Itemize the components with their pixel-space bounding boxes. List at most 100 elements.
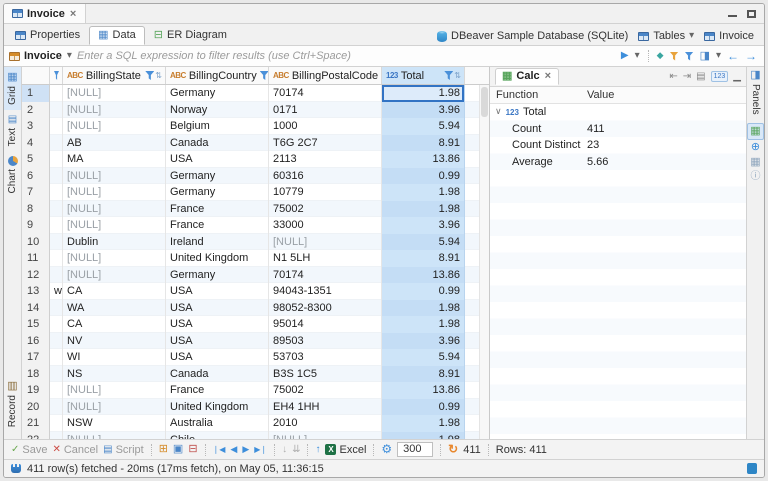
next-row-icon[interactable] <box>242 445 249 455</box>
row-number-cell[interactable]: 8 <box>22 200 50 217</box>
total-cell[interactable]: 13.86 <box>382 151 465 168</box>
row-number-cell[interactable]: 16 <box>22 332 50 349</box>
clipped-column-cell[interactable] <box>50 217 63 234</box>
tab-properties[interactable]: Properties <box>6 26 89 45</box>
billingpostalcode-cell[interactable]: 60316 <box>269 167 382 184</box>
panel-tab-grouping[interactable] <box>747 155 764 170</box>
billingpostalcode-cell[interactable]: 2010 <box>269 415 382 432</box>
previous-row-icon[interactable] <box>230 445 237 455</box>
clipped-column-cell[interactable] <box>50 316 63 333</box>
row-number-cell[interactable]: 18 <box>22 365 50 382</box>
billingpostalcode-cell[interactable]: 2113 <box>269 151 382 168</box>
total-cell[interactable]: 1.98 <box>382 85 465 102</box>
billingpostalcode-cell[interactable]: N1 5LH <box>269 250 382 267</box>
excel-export-button[interactable]: Excel <box>325 444 366 456</box>
billingcountry-cell[interactable]: Australia <box>166 415 269 432</box>
edit-filter-icon[interactable] <box>684 51 694 61</box>
billingstate-cell[interactable]: NSW <box>63 415 166 432</box>
billingcountry-cell[interactable]: Germany <box>166 85 269 102</box>
tab-data[interactable]: Data <box>89 26 145 45</box>
tab-er-diagram[interactable]: ER Diagram <box>145 26 236 45</box>
total-cell[interactable]: 1.98 <box>382 200 465 217</box>
billingpostalcode-cell[interactable]: 33000 <box>269 217 382 234</box>
billingpostalcode-cell[interactable]: [NULL] <box>269 431 382 439</box>
export-icon[interactable] <box>315 445 320 455</box>
fetch-all-rows-icon[interactable] <box>292 445 300 455</box>
panel-tab-value-viewer[interactable] <box>747 140 764 155</box>
billingstate-cell[interactable]: [NULL] <box>63 200 166 217</box>
database-selector[interactable]: DBeaver Sample Database (SQLite) <box>437 30 628 42</box>
filter-dropdown-icon[interactable] <box>635 51 640 61</box>
billingpostalcode-cell[interactable]: 70174 <box>269 85 382 102</box>
billingcountry-cell[interactable]: Norway <box>166 101 269 118</box>
schema-selector[interactable]: Tables <box>638 30 694 42</box>
billingstate-cell[interactable]: NV <box>63 332 166 349</box>
billingpostalcode-cell[interactable]: 98052-8300 <box>269 299 382 316</box>
billingstate-cell[interactable]: [NULL] <box>63 85 166 102</box>
editor-tab-invoice[interactable]: Invoice × <box>4 4 87 23</box>
column-header-billingpostalcode[interactable]: ABC BillingPostalCode ⇅ <box>269 67 382 84</box>
tab-chart[interactable]: Chart <box>4 151 21 198</box>
billingcountry-cell[interactable]: Chile <box>166 431 269 439</box>
filter-icon[interactable] <box>444 71 454 80</box>
billingpostalcode-cell[interactable]: 89503 <box>269 332 382 349</box>
save-filter-icon[interactable] <box>669 51 679 61</box>
filter-input[interactable]: Enter a SQL expression to filter results… <box>77 50 616 62</box>
total-cell[interactable]: 1.98 <box>382 299 465 316</box>
billingcountry-cell[interactable]: France <box>166 200 269 217</box>
billingcountry-cell[interactable]: USA <box>166 332 269 349</box>
panels-toggle-icon[interactable] <box>700 51 710 62</box>
billingpostalcode-cell[interactable]: [NULL] <box>269 233 382 250</box>
clipped-column-cell[interactable] <box>50 349 63 366</box>
billingcountry-cell[interactable]: Germany <box>166 184 269 201</box>
billingpostalcode-cell[interactable]: 94043-1351 <box>269 283 382 300</box>
clipped-column-cell[interactable] <box>50 365 63 382</box>
total-cell[interactable]: 1.98 <box>382 415 465 432</box>
clipped-column-cell[interactable] <box>50 151 63 168</box>
total-cell[interactable]: 13.86 <box>382 382 465 399</box>
total-cell[interactable]: 1.98 <box>382 316 465 333</box>
billingcountry-cell[interactable]: USA <box>166 299 269 316</box>
billingstate-cell[interactable]: AB <box>63 134 166 151</box>
billingpostalcode-cell[interactable]: 10779 <box>269 184 382 201</box>
row-number-cell[interactable]: 14 <box>22 299 50 316</box>
row-number-cell[interactable]: 7 <box>22 184 50 201</box>
billingcountry-cell[interactable]: USA <box>166 151 269 168</box>
clipped-column-cell[interactable]: w <box>50 283 63 300</box>
row-number-cell[interactable]: 9 <box>22 217 50 234</box>
last-page-icon[interactable] <box>254 445 267 455</box>
function-column-header[interactable]: Function <box>490 89 587 101</box>
cancel-button[interactable]: Cancel <box>52 444 98 456</box>
row-number-cell[interactable]: 19 <box>22 382 50 399</box>
billingstate-cell[interactable]: MA <box>63 151 166 168</box>
row-number-cell[interactable]: 2 <box>22 101 50 118</box>
vertical-scrollbar[interactable] <box>479 85 489 439</box>
tab-text[interactable]: Text <box>4 110 21 151</box>
total-cell[interactable]: 8.91 <box>382 365 465 382</box>
billingpostalcode-cell[interactable]: T6G 2C7 <box>269 134 382 151</box>
clipped-column-cell[interactable] <box>50 134 63 151</box>
grouping-icon[interactable] <box>696 72 705 82</box>
billingpostalcode-cell[interactable]: 1000 <box>269 118 382 135</box>
billingcountry-cell[interactable]: USA <box>166 316 269 333</box>
calc-result-row[interactable]: Count Distinct 23 <box>490 137 746 154</box>
clipped-column-cell[interactable] <box>50 431 63 439</box>
add-row-icon[interactable] <box>159 444 168 455</box>
fetch-size-input[interactable]: 300 <box>397 442 434 457</box>
billingpostalcode-cell[interactable]: 95014 <box>269 316 382 333</box>
billingstate-cell[interactable]: [NULL] <box>63 167 166 184</box>
billingstate-cell[interactable]: WA <box>63 299 166 316</box>
billingcountry-cell[interactable]: Germany <box>166 167 269 184</box>
clipped-column-cell[interactable] <box>50 398 63 415</box>
expander-icon[interactable] <box>495 107 502 117</box>
fetch-next-page-icon[interactable] <box>282 445 287 455</box>
clipped-column-cell[interactable] <box>50 250 63 267</box>
clipped-column-cell[interactable] <box>50 233 63 250</box>
row-number-cell[interactable]: 17 <box>22 349 50 366</box>
billingpostalcode-cell[interactable]: 53703 <box>269 349 382 366</box>
row-number-cell[interactable]: 4 <box>22 134 50 151</box>
billingcountry-cell[interactable]: France <box>166 382 269 399</box>
panel-tab-metadata[interactable] <box>747 170 764 184</box>
total-cell[interactable]: 1.98 <box>382 431 465 439</box>
row-number-cell[interactable]: 12 <box>22 266 50 283</box>
